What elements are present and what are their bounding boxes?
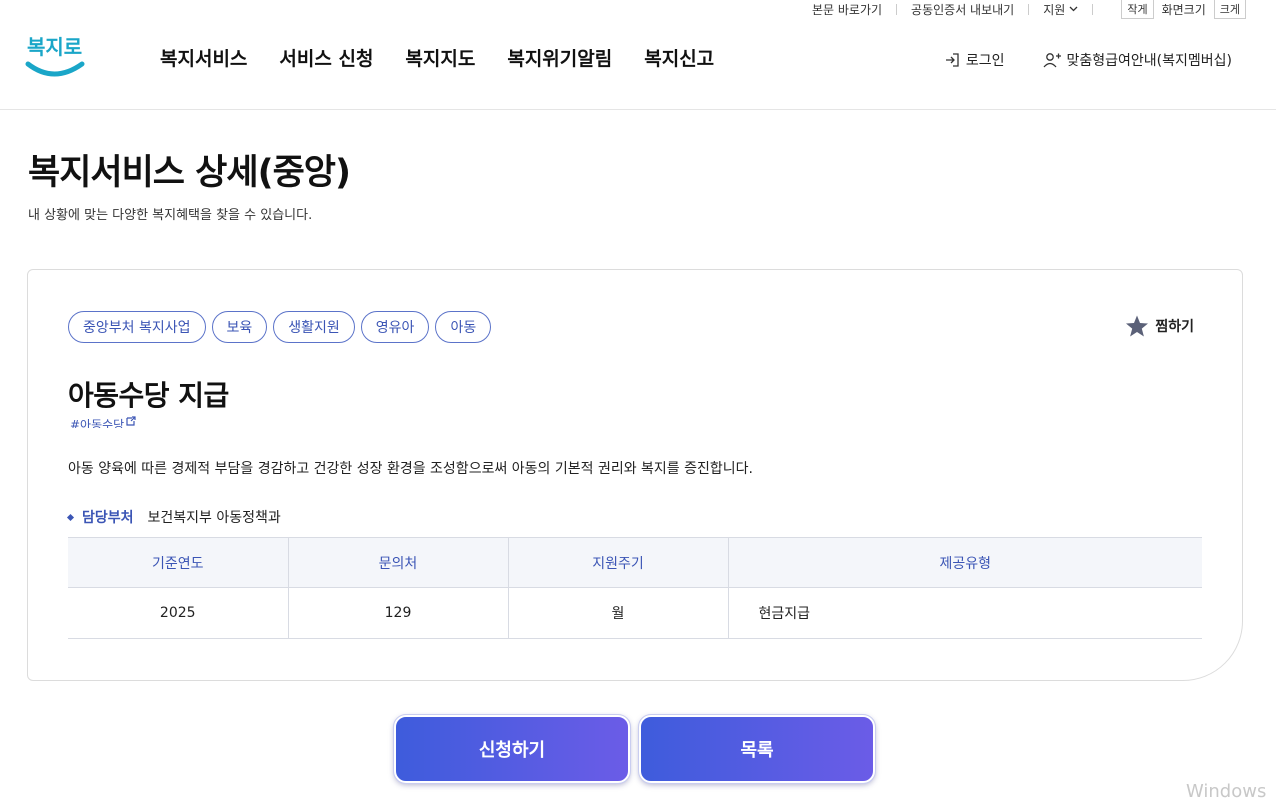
table-row: 2025 129 월 현금지급 — [68, 587, 1202, 639]
service-description: 아동 양육에 따른 경제적 부담을 경감하고 건강한 성장 환경을 조성함으로써… — [68, 461, 753, 477]
login-icon — [945, 53, 959, 67]
service-detail-card: 중앙부처 복지사업 보육 생활지원 영유아 아동 찜하기 아동수당 지급 #아동… — [27, 269, 1243, 681]
favorite-button[interactable]: 찜하기 — [1125, 314, 1194, 338]
department-value: 보건복지부 아동정책과 — [147, 510, 281, 526]
page-subtitle: 내 상황에 맞는 다양한 복지혜택을 찾을 수 있습니다. — [28, 208, 313, 223]
tag-item[interactable]: 중앙부처 복지사업 — [68, 311, 206, 343]
table-cell: 현금지급 — [727, 587, 1202, 639]
login-label: 로그인 — [965, 53, 1005, 69]
service-info-table: 기준연도 문의처 지원주기 제공유형 2025 129 월 현금지급 — [68, 537, 1202, 639]
tag-item[interactable]: 영유아 — [360, 311, 430, 343]
main-nav: 복지서비스 서비스 신청 복지지도 복지위기알림 복지신고 — [160, 44, 714, 71]
nav-welfare-map[interactable]: 복지지도 — [405, 44, 475, 71]
chevron-down-icon — [1069, 6, 1078, 12]
font-size-control: 작게 화면크기 크게 — [1121, 0, 1246, 19]
hashtag-link[interactable]: #아동수당 — [70, 416, 136, 428]
favorite-label: 찜하기 — [1155, 319, 1194, 335]
table-header-row: 기준연도 문의처 지원주기 제공유형 — [68, 537, 1202, 588]
department-label: 담당부처 — [82, 510, 134, 526]
site-header: 본문 바로가기 공동인증서 내보내기 지원 작게 화면크기 크게 복지로 복지서… — [0, 0, 1276, 110]
font-size-label: 화면크기 — [1161, 2, 1206, 17]
nav-welfare-services[interactable]: 복지서비스 — [160, 44, 247, 71]
column-header: 제공유형 — [727, 537, 1202, 588]
skip-to-content-link[interactable]: 본문 바로가기 — [812, 1, 882, 18]
site-logo[interactable]: 복지로 — [24, 28, 88, 82]
tag-item[interactable]: 보육 — [211, 311, 268, 343]
column-header: 문의처 — [287, 537, 508, 588]
membership-label: 맞춤형급여안내(복지멤버십) — [1066, 53, 1232, 69]
nav-service-apply[interactable]: 서비스 신청 — [279, 44, 373, 71]
hashtag-text: #아동수당 — [70, 418, 125, 428]
tag-item[interactable]: 아동 — [435, 311, 492, 343]
bullet-icon — [66, 513, 75, 521]
add-user-icon — [1043, 53, 1061, 68]
logo-icon: 복지로 — [25, 35, 85, 77]
nav-welfare-report[interactable]: 복지신고 — [644, 44, 714, 71]
table-cell: 월 — [507, 587, 728, 639]
star-icon — [1126, 315, 1149, 337]
divider — [1092, 3, 1094, 15]
membership-link[interactable]: 맞춤형급여안내(복지멤버십) — [1043, 50, 1232, 70]
page-title: 복지서비스 상세(중앙) — [28, 153, 351, 193]
apply-button[interactable]: 신청하기 — [393, 714, 631, 784]
font-small-button[interactable]: 작게 — [1121, 0, 1154, 19]
tag-list: 중앙부처 복지사업 보육 생활지원 영유아 아동 — [68, 311, 492, 343]
list-button[interactable]: 목록 — [638, 714, 876, 784]
svg-text:복지로: 복지로 — [27, 35, 82, 59]
support-dropdown[interactable]: 지원 — [1043, 1, 1078, 18]
service-name: 아동수당 지급 — [68, 379, 229, 412]
font-large-button[interactable]: 크게 — [1213, 0, 1246, 19]
department-info: 담당부처 보건복지부 아동정책과 — [66, 507, 281, 527]
windows-watermark: Windows — [1186, 781, 1267, 802]
support-label: 지원 — [1043, 2, 1066, 17]
table-cell: 129 — [287, 587, 508, 639]
tag-item[interactable]: 생활지원 — [273, 311, 355, 343]
header-actions: 로그인 맞춤형급여안내(복지멤버십) — [944, 50, 1232, 70]
nav-crisis-alert[interactable]: 복지위기알림 — [507, 44, 612, 71]
divider — [896, 3, 898, 15]
export-cert-link[interactable]: 공동인증서 내보내기 — [911, 1, 1014, 18]
table-cell: 2025 — [68, 587, 288, 639]
divider — [1028, 3, 1030, 15]
utility-bar: 본문 바로가기 공동인증서 내보내기 지원 작게 화면크기 크게 — [812, 0, 1246, 19]
column-header: 기준연도 — [68, 537, 288, 588]
login-link[interactable]: 로그인 — [944, 50, 1005, 70]
external-link-icon — [126, 416, 136, 426]
column-header: 지원주기 — [507, 537, 728, 588]
